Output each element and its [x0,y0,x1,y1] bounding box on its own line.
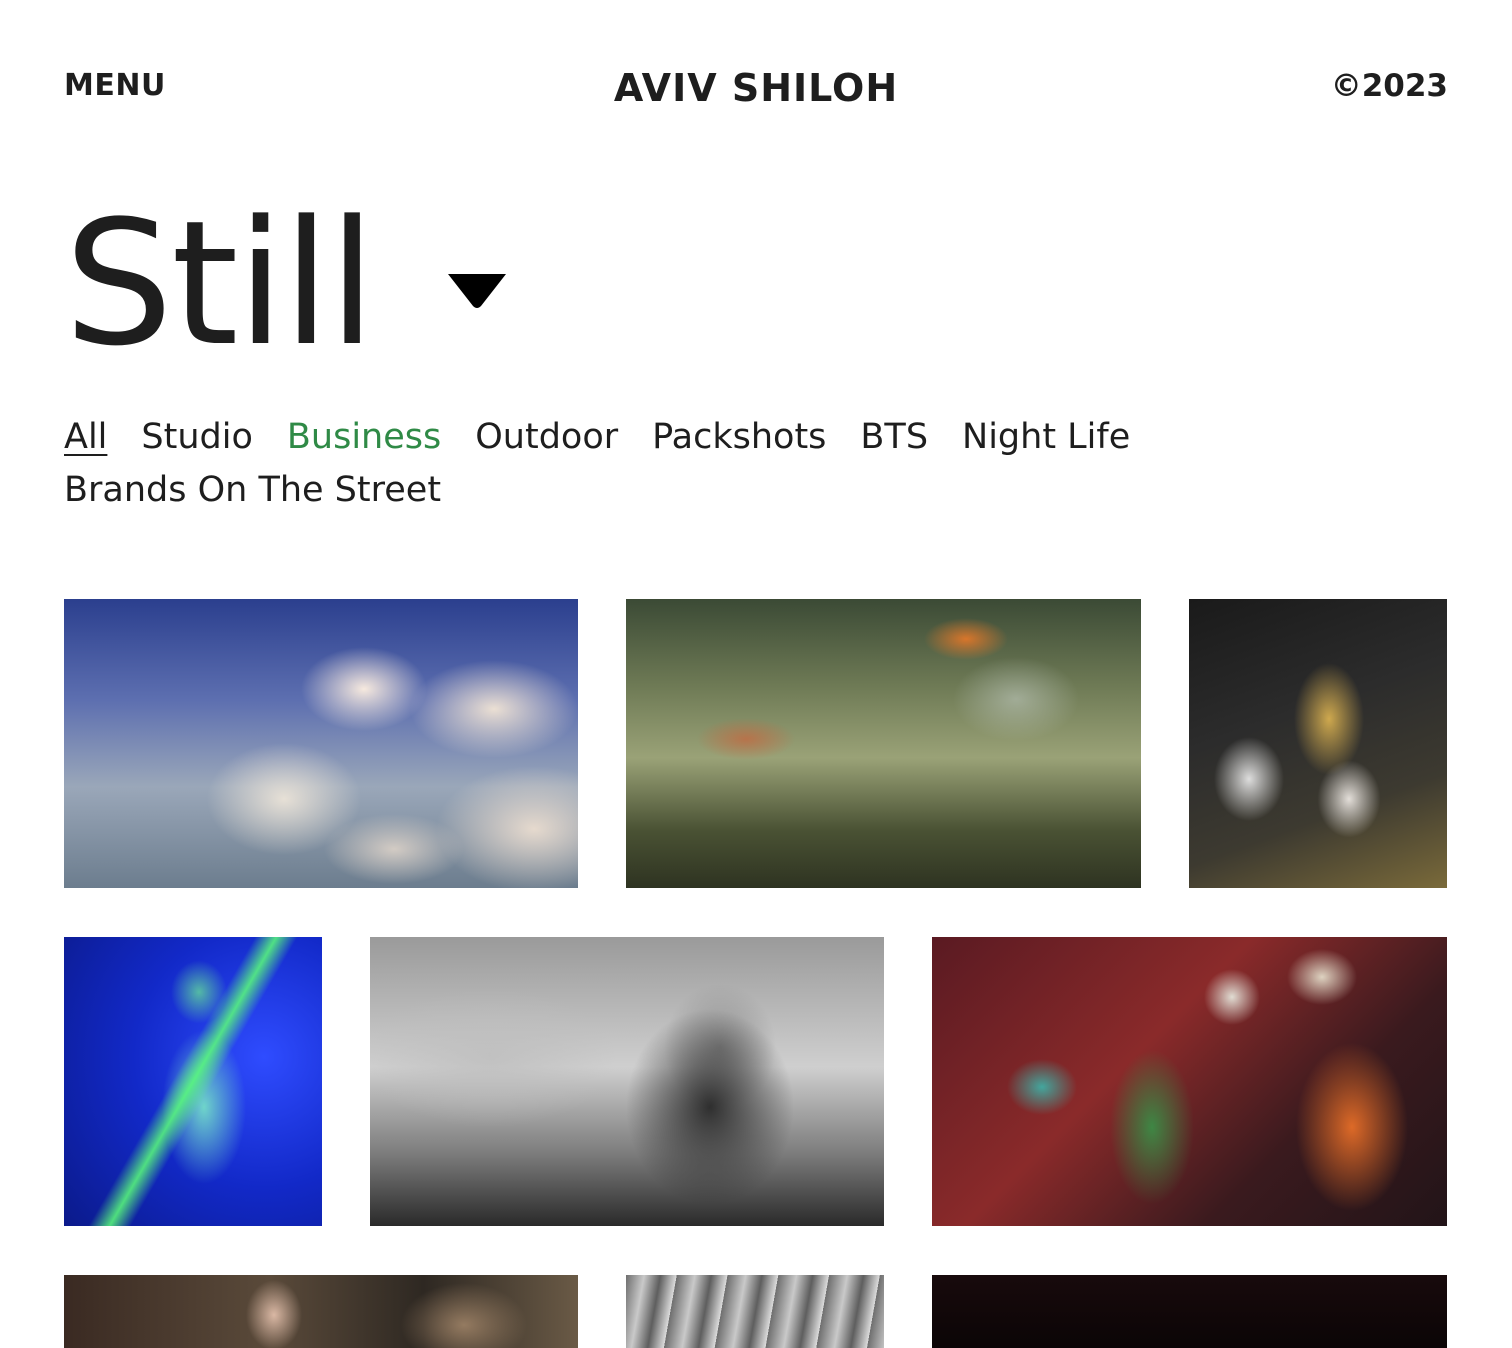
category-filter-bar: All Studio Business Outdoor Packshots BT… [64,410,1164,516]
filter-night-life[interactable]: Night Life [962,417,1130,457]
gallery-image-crowd[interactable] [64,1275,578,1348]
gallery-image-clouds[interactable] [64,599,578,888]
filter-brands-on-the-street[interactable]: Brands On The Street [64,470,441,510]
copyright-text: ©2023 [1330,68,1448,104]
gallery-image-tree[interactable] [626,599,1141,888]
gallery-image-window-display[interactable] [932,937,1447,1226]
filter-bts[interactable]: BTS [860,417,928,457]
page-title: Still [64,183,376,384]
gallery-image-laser-portrait[interactable] [64,937,322,1226]
filter-packshots[interactable]: Packshots [652,417,826,457]
brand-logo[interactable]: AVIV SHILOH [0,66,1512,110]
filter-row-1: All Studio Business Outdoor Packshots BT… [64,410,1164,463]
filter-studio[interactable]: Studio [141,417,252,457]
filter-all[interactable]: All [64,417,107,457]
gallery-image-mask[interactable] [1189,599,1447,888]
gallery-image-night[interactable] [932,1275,1447,1348]
filter-row-2: Brands On The Street [64,463,1164,516]
gallery-image-pipes[interactable] [626,1275,884,1348]
gallery-image-bearded-man[interactable] [370,937,884,1226]
caret-down-icon[interactable] [446,272,508,310]
page-title-section: Still [64,198,508,370]
site-header: MENU AVIV SHILOH ©2023 [0,0,1512,140]
filter-outdoor[interactable]: Outdoor [475,417,618,457]
filter-business[interactable]: Business [287,417,441,457]
